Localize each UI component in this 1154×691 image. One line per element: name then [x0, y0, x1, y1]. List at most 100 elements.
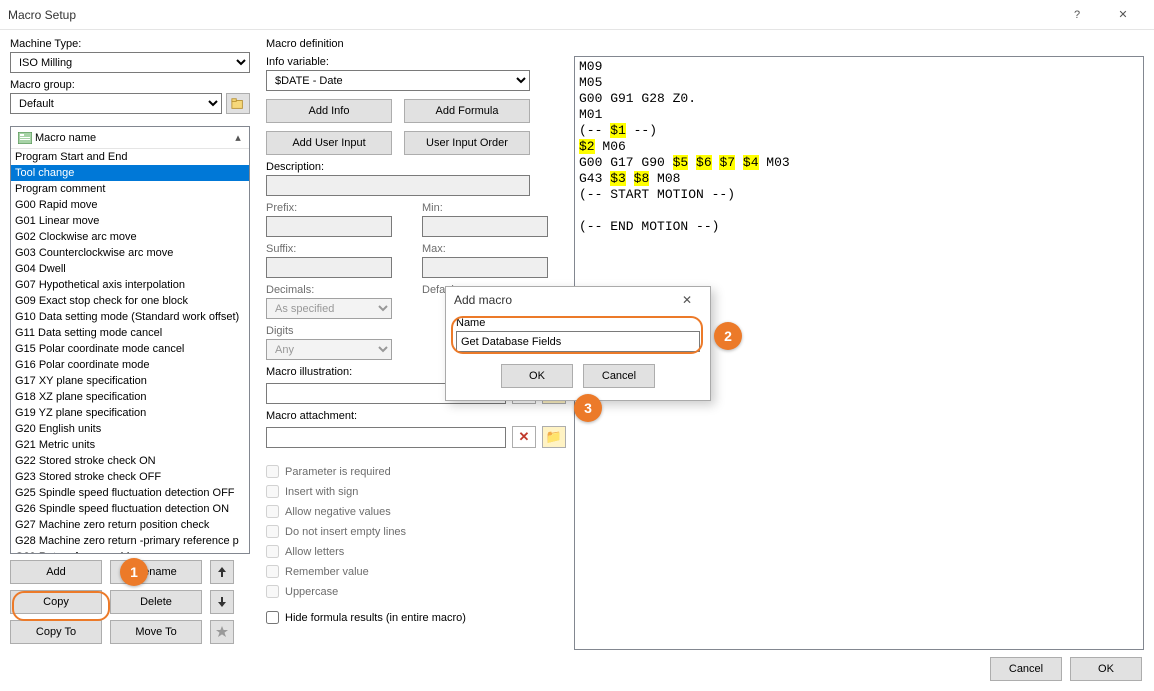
list-item[interactable]: G03 Counterclockwise arc move: [11, 245, 249, 261]
add-info-button[interactable]: Add Info: [266, 99, 392, 123]
dialog-cancel-button[interactable]: Cancel: [990, 657, 1062, 681]
option-checkbox: [266, 545, 279, 558]
list-item[interactable]: G01 Linear move: [11, 213, 249, 229]
move-down-button[interactable]: [210, 590, 234, 614]
list-item[interactable]: G17 XY plane specification: [11, 373, 249, 389]
option-checkbox-row: Remember value: [266, 562, 566, 581]
list-item[interactable]: G22 Stored stroke check ON: [11, 453, 249, 469]
list-item[interactable]: G26 Spindle speed fluctuation detection …: [11, 501, 249, 517]
list-item[interactable]: G02 Clockwise arc move: [11, 229, 249, 245]
list-item[interactable]: G00 Rapid move: [11, 197, 249, 213]
digits-label: Digits: [266, 325, 410, 337]
option-checkbox-row: Uppercase: [266, 582, 566, 601]
delete-button[interactable]: Delete: [110, 590, 202, 614]
modal-close-button[interactable]: ✕: [672, 293, 702, 307]
move-to-button[interactable]: Move To: [110, 620, 202, 644]
description-input: [266, 175, 530, 196]
move-up-button[interactable]: [210, 560, 234, 584]
macro-definition-label: Macro definition: [266, 38, 566, 50]
suffix-label: Suffix:: [266, 243, 410, 255]
macro-group-settings-button[interactable]: [226, 93, 250, 114]
user-input-order-button[interactable]: User Input Order: [404, 131, 530, 155]
prefix-label: Prefix:: [266, 202, 410, 214]
list-item[interactable]: G25 Spindle speed fluctuation detection …: [11, 485, 249, 501]
machine-type-select[interactable]: ISO Milling: [10, 52, 250, 73]
callout-badge-2: 2: [714, 322, 742, 350]
list-item[interactable]: Program comment: [11, 181, 249, 197]
option-checkbox: [266, 565, 279, 578]
option-checkbox: [266, 485, 279, 498]
min-label: Min:: [422, 202, 566, 214]
option-checkbox-row: Allow letters: [266, 542, 566, 561]
help-button[interactable]: ?: [1054, 0, 1100, 30]
list-item[interactable]: G16 Polar coordinate mode: [11, 357, 249, 373]
list-item[interactable]: G23 Stored stroke check OFF: [11, 469, 249, 485]
list-item[interactable]: G11 Data setting mode cancel: [11, 325, 249, 341]
sort-icon[interactable]: ▴: [231, 131, 245, 144]
info-variable-label: Info variable:: [266, 56, 566, 68]
copy-to-button[interactable]: Copy To: [10, 620, 102, 644]
window-title: Macro Setup: [8, 8, 1054, 22]
macro-group-select[interactable]: Default: [10, 93, 222, 114]
attachment-browse-button[interactable]: 📁: [542, 426, 566, 448]
list-item[interactable]: G29 Return from machine zero: [11, 549, 249, 553]
hide-formula-checkbox-row[interactable]: Hide formula results (in entire macro): [266, 608, 566, 627]
modal-name-label: Name: [456, 317, 700, 329]
attachment-delete-button[interactable]: ✕: [512, 426, 536, 448]
list-item[interactable]: G15 Polar coordinate mode cancel: [11, 341, 249, 357]
list-item[interactable]: G07 Hypothetical axis interpolation: [11, 277, 249, 293]
list-item[interactable]: G04 Dwell: [11, 261, 249, 277]
macro-list-header[interactable]: Macro name ▴: [11, 127, 249, 149]
max-label: Max:: [422, 243, 566, 255]
decimals-select: As specified: [266, 298, 392, 319]
add-user-input-button[interactable]: Add User Input: [266, 131, 392, 155]
title-bar: Macro Setup ? ✕: [0, 0, 1154, 30]
machine-type-label: Machine Type:: [10, 38, 250, 50]
list-header-text: Macro name: [35, 132, 231, 144]
callout-badge-3: 3: [574, 394, 602, 422]
star-icon: [215, 625, 229, 639]
list-item[interactable]: G09 Exact stop check for one block: [11, 293, 249, 309]
arrow-up-icon: [216, 566, 228, 578]
list-item[interactable]: G19 YZ plane specification: [11, 405, 249, 421]
modal-title: Add macro: [454, 293, 672, 307]
modal-ok-button[interactable]: OK: [501, 364, 573, 388]
list-item[interactable]: G18 XZ plane specification: [11, 389, 249, 405]
suffix-input: [266, 257, 392, 278]
list-item[interactable]: G28 Machine zero return -primary referen…: [11, 533, 249, 549]
info-variable-select[interactable]: $DATE - Date: [266, 70, 530, 91]
description-label: Description:: [266, 161, 566, 173]
option-checkbox: [266, 525, 279, 538]
callout-badge-1: 1: [120, 558, 148, 586]
list-item[interactable]: G20 English units: [11, 421, 249, 437]
list-item[interactable]: G27 Machine zero return position check: [11, 517, 249, 533]
modal-cancel-button[interactable]: Cancel: [583, 364, 655, 388]
copy-button[interactable]: Copy: [10, 590, 102, 614]
macro-list-items[interactable]: Program Start and EndTool changeProgram …: [11, 149, 249, 553]
add-button[interactable]: Add: [10, 560, 102, 584]
modal-name-input[interactable]: [456, 331, 700, 352]
option-checkbox: [266, 505, 279, 518]
list-item[interactable]: G10 Data setting mode (Standard work off…: [11, 309, 249, 325]
option-checkbox: [266, 465, 279, 478]
add-formula-button[interactable]: Add Formula: [404, 99, 530, 123]
option-checkbox-row: Do not insert empty lines: [266, 522, 566, 541]
list-item[interactable]: Program Start and End: [11, 149, 249, 165]
attachment-label: Macro attachment:: [266, 410, 566, 422]
option-checkbox-row: Insert with sign: [266, 482, 566, 501]
close-button[interactable]: ✕: [1100, 0, 1146, 30]
favorite-button[interactable]: [210, 620, 234, 644]
min-input: [422, 216, 548, 237]
decimals-label: Decimals:: [266, 284, 410, 296]
list-item[interactable]: G21 Metric units: [11, 437, 249, 453]
option-checkbox-row: Parameter is required: [266, 462, 566, 481]
arrow-down-icon: [216, 596, 228, 608]
digits-select: Any: [266, 339, 392, 360]
folder-gear-icon: [231, 97, 245, 111]
attachment-input[interactable]: [266, 427, 506, 448]
option-checkbox-row: Allow negative values: [266, 502, 566, 521]
list-item[interactable]: Tool change: [11, 165, 249, 181]
dialog-ok-button[interactable]: OK: [1070, 657, 1142, 681]
hide-formula-checkbox[interactable]: [266, 611, 279, 624]
add-macro-dialog: Add macro ✕ Name OK Cancel: [445, 286, 711, 401]
